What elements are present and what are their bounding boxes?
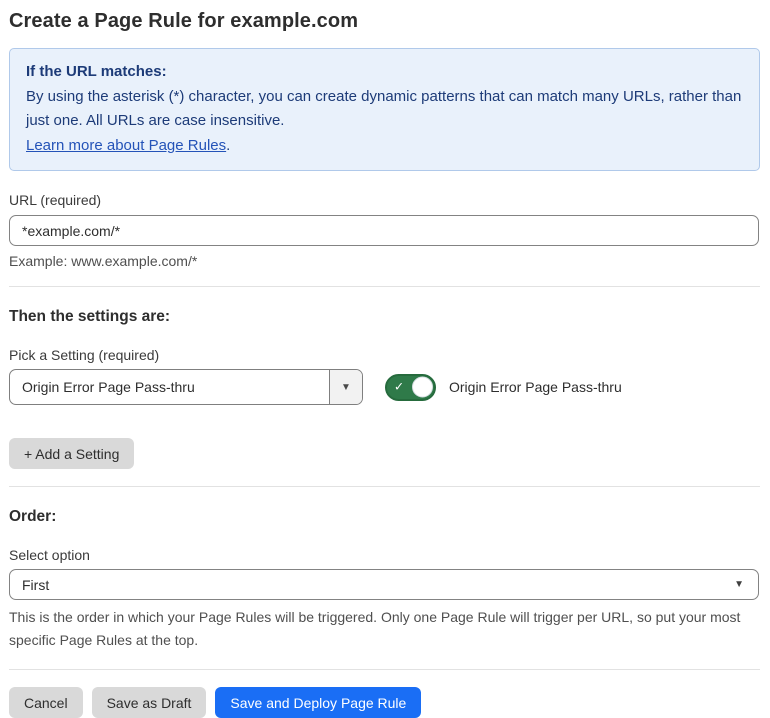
url-field-label: URL (required) xyxy=(9,192,102,208)
cancel-button[interactable]: Cancel xyxy=(9,687,83,718)
link-period: . xyxy=(226,137,231,154)
divider xyxy=(9,669,760,670)
info-box-heading: If the URL matches: xyxy=(26,63,167,80)
url-example-text: Example: www.example.com/* xyxy=(9,253,198,269)
check-icon: ✓ xyxy=(394,379,405,394)
info-box-link-line: Learn more about Page Rules. xyxy=(26,134,743,158)
setting-picker-value: Origin Error Page Pass-thru xyxy=(22,379,195,395)
url-match-info-box: If the URL matches: By using the asteris… xyxy=(9,48,760,171)
info-box-body: By using the asterisk (*) character, you… xyxy=(26,88,742,129)
save-and-deploy-button[interactable]: Save and Deploy Page Rule xyxy=(215,687,422,718)
setting-picker-dropdown[interactable]: Origin Error Page Pass-thru ▼ xyxy=(9,369,363,405)
toggle-label: Origin Error Page Pass-thru xyxy=(449,379,622,395)
create-page-rule-form: Create a Page Rule for example.com If th… xyxy=(0,0,770,718)
chevron-down-icon: ▼ xyxy=(329,370,362,404)
footer-actions: Cancel Save as Draft Save and Deploy Pag… xyxy=(9,687,760,718)
setting-picker-label: Pick a Setting (required) xyxy=(9,347,160,363)
order-section-heading: Order: xyxy=(9,508,57,525)
chevron-down-icon: ▼ xyxy=(734,579,744,590)
origin-error-pass-thru-toggle[interactable]: ✓ xyxy=(385,373,436,401)
order-help-text: This is the order in which your Page Rul… xyxy=(9,609,741,648)
divider xyxy=(9,486,760,487)
add-setting-button[interactable]: + Add a Setting xyxy=(9,438,135,469)
order-select-value: First xyxy=(22,576,50,593)
page-title: Create a Page Rule for example.com xyxy=(9,10,359,32)
settings-section-heading: Then the settings are: xyxy=(9,308,171,325)
setting-row: Origin Error Page Pass-thru ▼ ✓ Origin E… xyxy=(9,369,760,405)
save-as-draft-button[interactable]: Save as Draft xyxy=(91,687,207,718)
divider xyxy=(9,286,760,287)
order-select-label: Select option xyxy=(9,547,90,563)
learn-more-link[interactable]: Learn more about Page Rules xyxy=(26,137,226,154)
order-select[interactable]: First ▼ xyxy=(9,569,759,600)
toggle-knob xyxy=(412,376,433,398)
url-input[interactable] xyxy=(9,215,759,246)
